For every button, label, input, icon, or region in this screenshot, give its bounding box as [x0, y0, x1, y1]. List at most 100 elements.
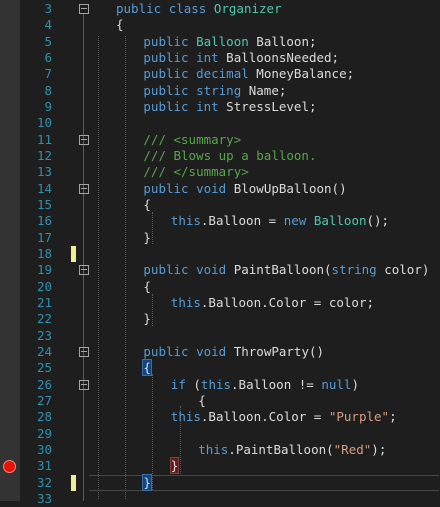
- code-token: (: [185, 376, 201, 392]
- collapse-minus-icon[interactable]: [79, 346, 89, 357]
- code-line[interactable]: 29: [0, 426, 440, 442]
- code-token: ;: [389, 409, 397, 425]
- line-number: 20: [36, 278, 52, 294]
- code-text[interactable]: this.Balloon.Color = "Purple";: [171, 409, 397, 425]
- line-number: 7: [44, 66, 52, 82]
- code-token: this: [200, 376, 232, 392]
- collapse-minus-icon[interactable]: [79, 183, 89, 194]
- code-line[interactable]: 30 this.PaintBalloon("Red");: [0, 442, 440, 458]
- code-text[interactable]: {: [116, 17, 124, 33]
- code-line[interactable]: 33: [0, 491, 440, 507]
- line-number: 23: [36, 327, 52, 343]
- code-text[interactable]: public class Organizer: [116, 1, 282, 17]
- code-line[interactable]: 5 public Balloon Balloon;: [0, 34, 440, 50]
- code-text[interactable]: /// Blows up a balloon.: [143, 148, 316, 164]
- code-text[interactable]: public string Name;: [143, 83, 286, 99]
- code-line[interactable]: 4{: [0, 17, 440, 33]
- code-token: public: [143, 262, 189, 278]
- code-text[interactable]: public decimal MoneyBalance;: [143, 66, 354, 82]
- code-text[interactable]: }: [143, 230, 151, 246]
- code-line[interactable]: 31}: [0, 457, 440, 475]
- code-line[interactable]: 14 public void BlowUpBalloon(): [0, 181, 440, 197]
- code-line[interactable]: 6 public int BalloonsNeeded;: [0, 50, 440, 66]
- code-token: {: [143, 196, 151, 212]
- code-text[interactable]: /// <summary>: [143, 132, 241, 148]
- code-token: int: [196, 98, 219, 114]
- code-token: BlowUpBalloon(): [226, 180, 347, 196]
- code-token: Balloon: [196, 33, 249, 49]
- code-line[interactable]: 21 this.Balloon.Color = color;: [0, 295, 440, 311]
- code-text[interactable]: {: [143, 279, 151, 295]
- collapse-minus-icon[interactable]: [79, 379, 89, 390]
- code-line[interactable]: 25 {: [0, 359, 440, 377]
- code-line[interactable]: 18: [0, 245, 440, 262]
- code-line[interactable]: 22}: [0, 311, 440, 327]
- code-text[interactable]: {: [143, 197, 151, 213]
- code-text[interactable]: {: [142, 359, 152, 377]
- code-line[interactable]: 11 /// <summary>: [0, 132, 440, 148]
- code-token: this: [170, 409, 201, 425]
- line-number: 26: [36, 376, 52, 392]
- code-token: /// Blows up a balloon.: [143, 147, 317, 163]
- code-line[interactable]: 17}: [0, 230, 440, 246]
- code-token: .PaintBalloon(: [228, 441, 334, 457]
- code-token: null: [321, 376, 352, 392]
- code-token: "Purple": [328, 409, 390, 425]
- code-text[interactable]: if (this.Balloon != null): [171, 377, 359, 393]
- code-text[interactable]: }: [169, 457, 180, 475]
- code-text[interactable]: public int BalloonsNeeded;: [143, 50, 339, 66]
- code-line[interactable]: 8 public string Name;: [0, 83, 440, 99]
- code-text[interactable]: {: [198, 393, 206, 409]
- code-line[interactable]: 13 /// </summary>: [0, 164, 440, 180]
- code-text[interactable]: /// </summary>: [143, 164, 248, 180]
- code-line[interactable]: 15 {: [0, 197, 440, 213]
- code-text[interactable]: public void ThrowParty(): [143, 344, 324, 360]
- line-number: 24: [36, 343, 52, 359]
- code-text[interactable]: this.Balloon = new Balloon();: [171, 213, 389, 229]
- code-line[interactable]: 27 {: [0, 393, 440, 409]
- code-token: Name;: [241, 82, 287, 98]
- code-line[interactable]: 24 public void ThrowParty(): [0, 344, 440, 360]
- code-line[interactable]: 9 public int StressLevel;: [0, 99, 440, 115]
- code-line[interactable]: 23: [0, 328, 440, 344]
- code-line[interactable]: 12 /// Blows up a balloon.: [0, 148, 440, 164]
- code-token: color): [376, 262, 430, 278]
- code-text[interactable]: this.PaintBalloon("Red");: [198, 442, 386, 458]
- code-line[interactable]: 28 this.Balloon.Color = "Purple";: [0, 409, 440, 425]
- code-text[interactable]: public void PaintBalloon(string color): [143, 262, 429, 278]
- code-line[interactable]: 10: [0, 115, 440, 131]
- collapse-minus-icon[interactable]: [79, 265, 89, 276]
- code-line[interactable]: 19 public void PaintBalloon(string color): [0, 262, 440, 278]
- line-number: 14: [36, 180, 52, 196]
- code-editor[interactable]: 3 public class Organizer 4{5 public Balloon…: [0, 0, 440, 506]
- code-token: {: [116, 17, 124, 33]
- line-number: 9: [44, 98, 52, 114]
- code-line[interactable]: 32}: [0, 473, 440, 491]
- code-line[interactable]: 7 public decimal MoneyBalance;: [0, 66, 440, 82]
- code-line[interactable]: 20 {: [0, 279, 440, 295]
- code-line[interactable]: 16 this.Balloon = new Balloon();: [0, 213, 440, 229]
- code-token: int: [196, 49, 219, 65]
- collapse-minus-icon[interactable]: [79, 134, 89, 145]
- code-text[interactable]: public int StressLevel;: [143, 99, 316, 115]
- code-token: .Balloon.Color =: [200, 409, 329, 425]
- code-text[interactable]: }: [142, 473, 152, 491]
- code-token: Balloon: [313, 213, 367, 229]
- code-text[interactable]: public void BlowUpBalloon(): [143, 181, 346, 197]
- code-line[interactable]: 3 public class Organizer: [0, 1, 440, 17]
- code-token: Balloon;: [248, 33, 317, 49]
- code-token: ();: [366, 213, 390, 229]
- code-token: );: [371, 441, 387, 457]
- code-token: .Balloon !=: [231, 376, 322, 392]
- code-token: }: [143, 229, 151, 245]
- code-text[interactable]: public Balloon Balloon;: [143, 34, 316, 50]
- collapse-minus-icon[interactable]: [79, 4, 89, 14]
- line-number: 10: [36, 115, 52, 131]
- code-text[interactable]: }: [143, 311, 151, 327]
- code-text[interactable]: this.Balloon.Color = color;: [171, 295, 374, 311]
- code-line[interactable]: 26 if (this.Balloon != null): [0, 377, 440, 393]
- breakpoint-icon[interactable]: [3, 460, 16, 474]
- line-number: 33: [36, 490, 52, 506]
